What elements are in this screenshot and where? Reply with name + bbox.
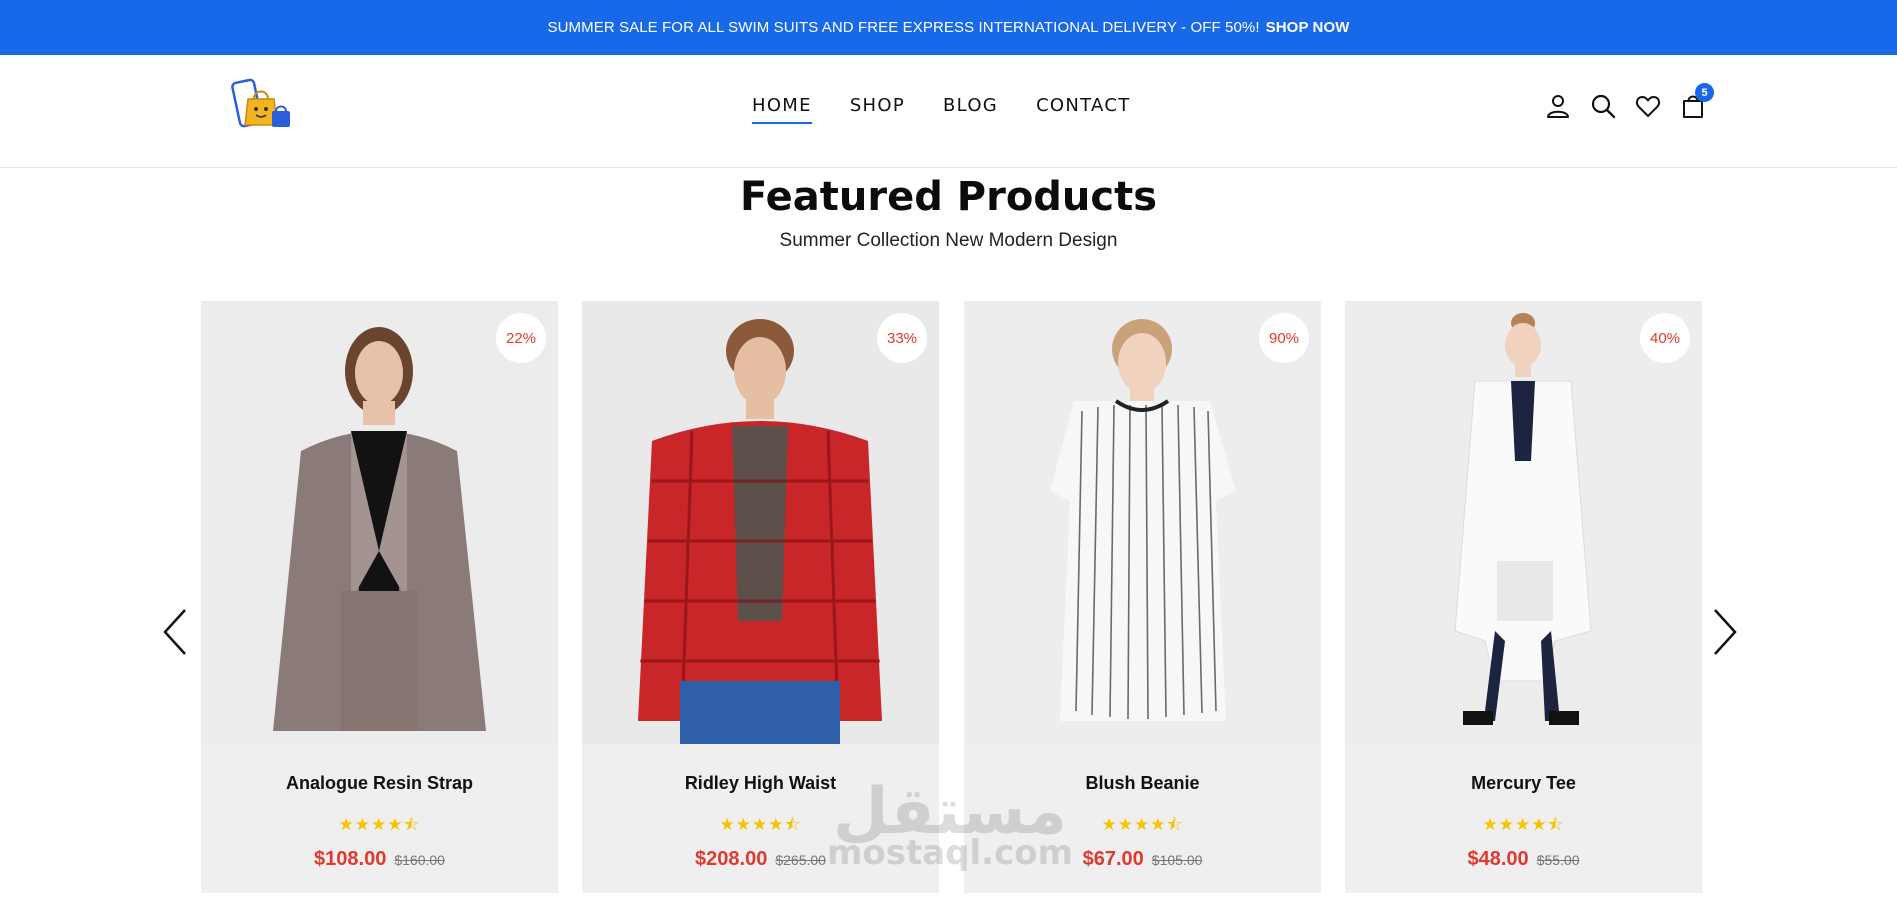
nav-shop[interactable]: SHOP [850, 95, 905, 124]
product-old-price: $160.00 [394, 852, 445, 868]
product-price: $208.00 [695, 848, 768, 870]
product-price: $108.00 [314, 848, 387, 870]
product-old-price: $265.00 [775, 852, 826, 868]
product-old-price: $55.00 [1536, 852, 1580, 868]
product-card[interactable]: 40% Mercury Tee ★★★★⯪ $48.00 $55.00 [1345, 301, 1702, 893]
rating-stars: ★★★★⯪ [338, 815, 421, 834]
cart-count-badge: 5 [1695, 83, 1714, 102]
product-image[interactable] [582, 301, 939, 744]
cart-icon[interactable]: 5 [1680, 83, 1714, 119]
nav-home[interactable]: HOME [752, 95, 812, 124]
product-old-price: $105.00 [1151, 852, 1203, 868]
product-prices: $208.00 $265.00 [582, 848, 939, 871]
chevron-right-icon[interactable] [1705, 602, 1745, 662]
nav-contact[interactable]: CONTACT [1036, 95, 1130, 124]
product-image[interactable] [1345, 301, 1702, 744]
rating-stars: ★★★★⯪ [719, 815, 802, 834]
main-nav: HOME SHOP BLOG CONTACT [752, 95, 1131, 124]
search-icon[interactable] [1590, 93, 1616, 119]
shopping-bag-logo-icon[interactable] [230, 77, 296, 133]
product-prices: $67.00 $105.00 [964, 848, 1321, 871]
shop-now-link[interactable]: SHOP NOW [1266, 19, 1350, 36]
site-header: HOME SHOP BLOG CONTACT 5 [0, 55, 1897, 168]
promo-bar: SUMMER SALE FOR ALL SWIM SUITS AND FREE … [0, 0, 1897, 55]
discount-badge: 22% [496, 313, 546, 363]
product-image[interactable] [201, 301, 558, 744]
product-name[interactable]: Ridley High Waist [582, 773, 939, 794]
heart-icon[interactable] [1635, 93, 1661, 119]
product-card[interactable]: 33% Ridley High Waist ★★★★⯪ $208.00 $265.… [582, 301, 939, 893]
product-prices: $108.00 $160.00 [201, 848, 558, 871]
product-card[interactable]: 90% Blush Beanie ★★★★⯪ $67.00 $105.00 [964, 301, 1321, 893]
product-prices: $48.00 $55.00 [1345, 848, 1702, 871]
discount-badge: 40% [1640, 313, 1690, 363]
rating-stars: ★★★★⯪ [1482, 815, 1565, 834]
product-price: $67.00 [1082, 848, 1144, 870]
product-image[interactable] [964, 301, 1321, 744]
product-price: $48.00 [1467, 848, 1529, 870]
product-name[interactable]: Mercury Tee [1345, 773, 1702, 794]
discount-badge: 33% [877, 313, 927, 363]
discount-badge: 90% [1259, 313, 1309, 363]
header-actions: 5 [1545, 83, 1714, 119]
section-subtitle: Summer Collection New Modern Design [779, 230, 1118, 251]
section-title: Featured Products [739, 174, 1158, 220]
rating-stars: ★★★★⯪ [1101, 815, 1184, 834]
user-icon[interactable] [1545, 93, 1571, 119]
product-name[interactable]: Blush Beanie [964, 773, 1321, 794]
chevron-left-icon[interactable] [155, 602, 195, 662]
product-name[interactable]: Analogue Resin Strap [201, 773, 558, 794]
promo-text: SUMMER SALE FOR ALL SWIM SUITS AND FREE … [547, 19, 1260, 36]
product-card[interactable]: 22% Analogue Resin Strap ★★★★⯪ $108.00 $1… [201, 301, 558, 893]
nav-blog[interactable]: BLOG [943, 95, 998, 124]
